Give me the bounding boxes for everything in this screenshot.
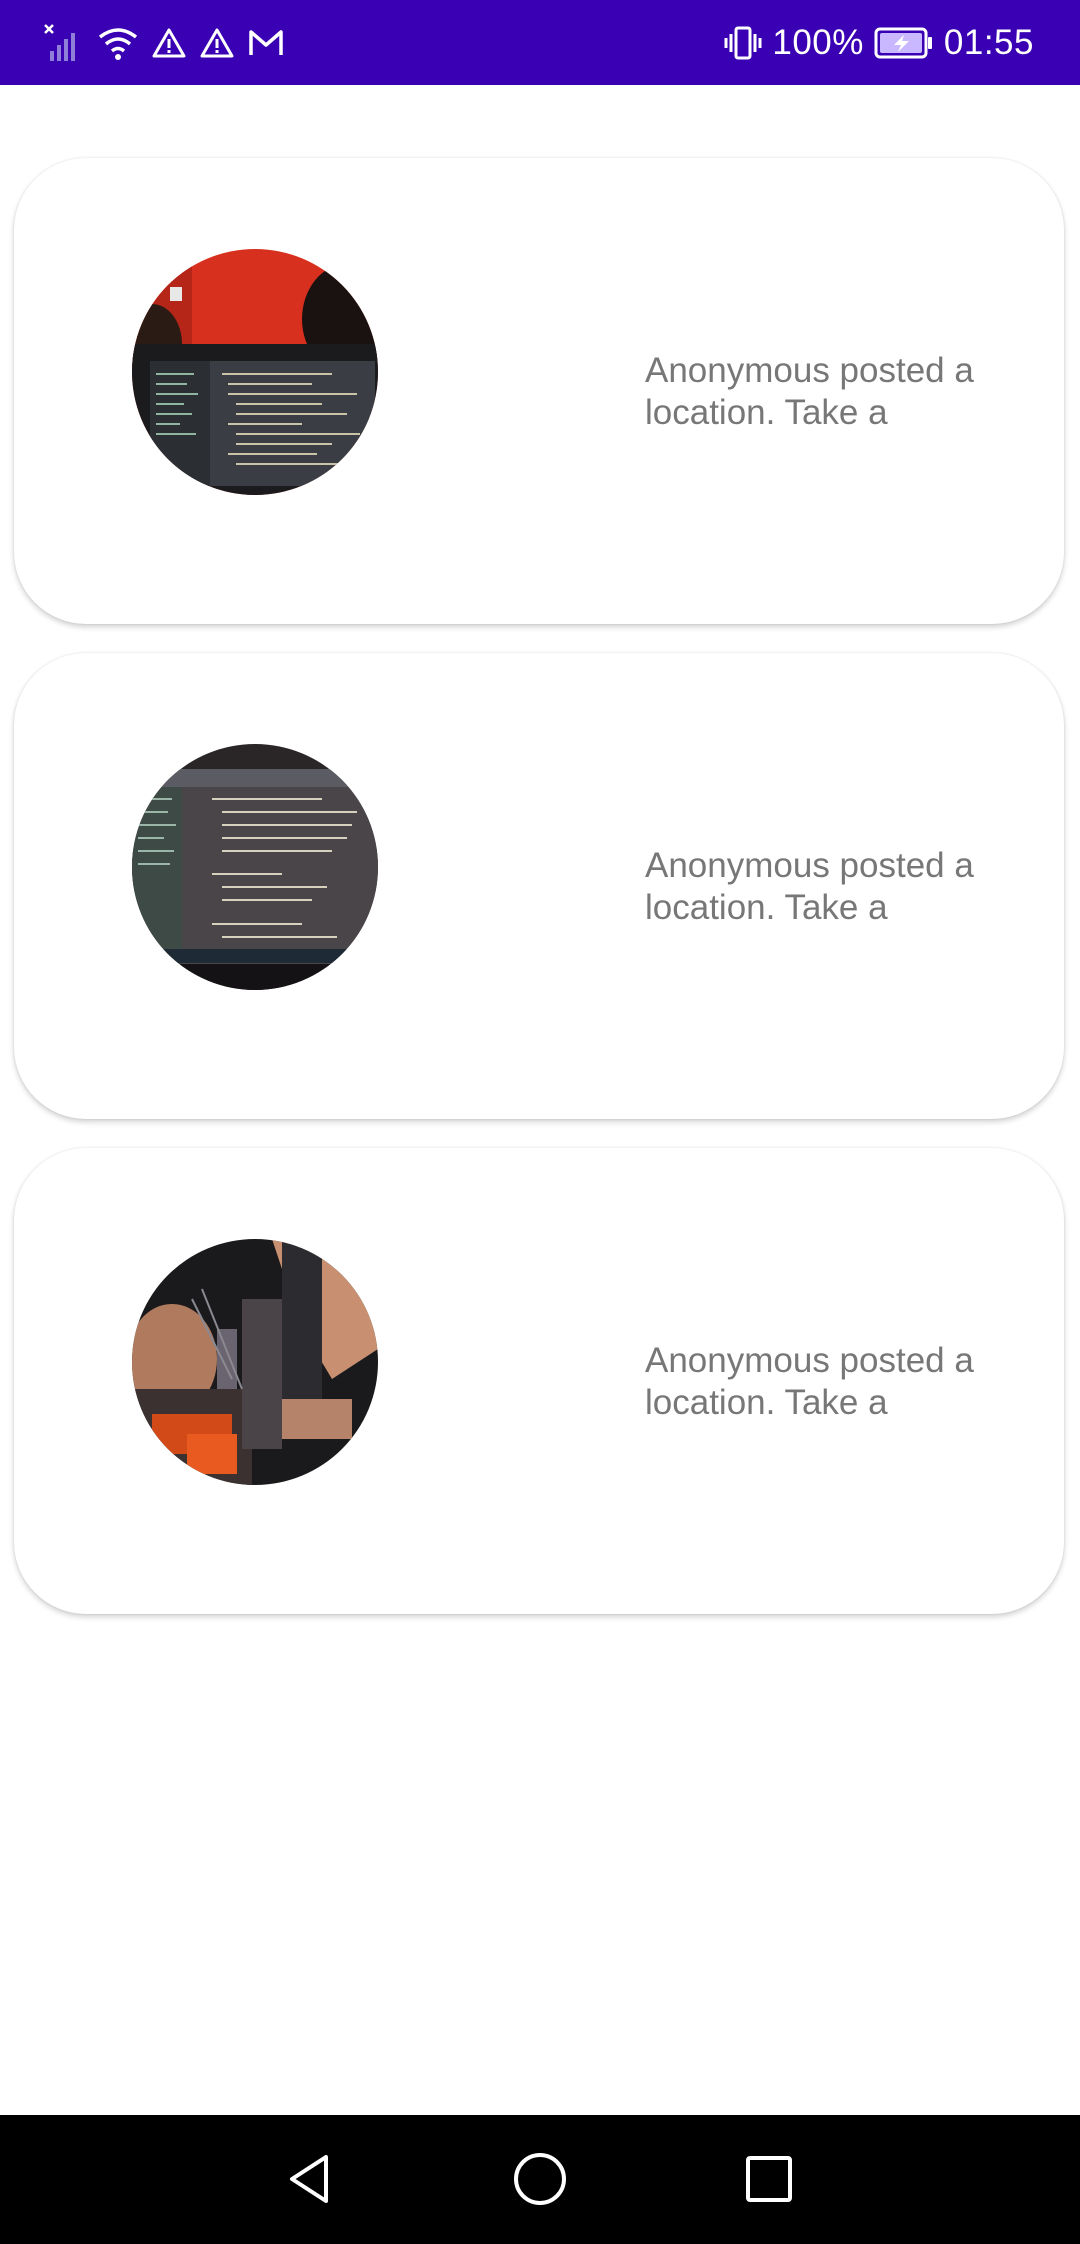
back-icon[interactable]: [272, 2141, 348, 2217]
post-text: Anonymous posted a location. Take a: [645, 351, 974, 432]
signal-off-icon: [44, 23, 84, 63]
warning-icon: [200, 27, 234, 59]
post-image: [132, 1239, 378, 1485]
post-image: [132, 744, 378, 990]
status-bar: 100% 01:55: [0, 0, 1080, 85]
post-image: [132, 249, 378, 495]
status-icons-left: [44, 20, 284, 66]
gmail-icon: [248, 29, 284, 57]
home-icon[interactable]: [502, 2141, 578, 2217]
wifi-icon: [98, 25, 138, 61]
post-card[interactable]: Anonymous posted a location. Take a: [14, 653, 1064, 1119]
clock-time: 01:55: [943, 23, 1034, 62]
post-text: Anonymous posted a location. Take a: [645, 1341, 974, 1422]
post-card[interactable]: Anonymous posted a location. Take a: [14, 1148, 1064, 1614]
status-icons-right: 100% 01:55: [724, 20, 1034, 66]
recents-icon[interactable]: [731, 2141, 807, 2217]
navigation-bar: [0, 2115, 1080, 2244]
battery-percentage: 100%: [772, 23, 864, 62]
post-text: Anonymous posted a location. Take a: [645, 846, 974, 927]
post-feed: Anonymous posted a location. Take a Anon…: [14, 158, 1064, 1643]
warning-icon: [152, 27, 186, 59]
post-card[interactable]: Anonymous posted a location. Take a: [14, 158, 1064, 624]
vibrate-icon: [724, 25, 762, 61]
battery-charging-icon: [874, 26, 934, 60]
